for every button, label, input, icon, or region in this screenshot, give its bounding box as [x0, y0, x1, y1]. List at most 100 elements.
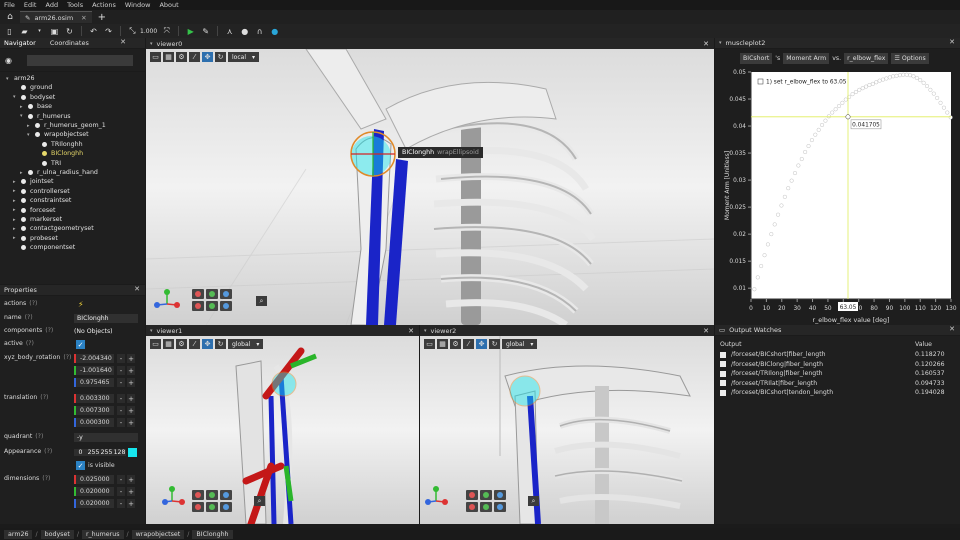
dropdown-icon[interactable]: ▾: [34, 26, 45, 37]
tree-item[interactable]: ▾ wrapobjectset: [27, 130, 89, 139]
help-icon[interactable]: (?): [44, 448, 52, 455]
breadcrumb-item[interactable]: arm26: [4, 529, 33, 539]
axes-gizmo-icon[interactable]: [424, 486, 454, 510]
close-viewer1-icon[interactable]: ✕: [408, 327, 414, 335]
decrement-button[interactable]: -: [117, 394, 125, 403]
options-button[interactable]: ☰ Options: [891, 53, 929, 64]
breadcrumb-item[interactable]: bodyset: [40, 529, 74, 539]
image-icon[interactable]: ▭: [150, 52, 161, 62]
breadcrumb-item[interactable]: r_humerus: [81, 529, 124, 539]
tree-item[interactable]: ▾ r_humerus: [20, 112, 71, 121]
row-checkbox[interactable]: [720, 380, 726, 387]
expand-caret-icon[interactable]: ▸: [13, 217, 21, 223]
increment-button[interactable]: +: [127, 499, 135, 508]
row-checkbox[interactable]: [720, 389, 726, 396]
tree-item[interactable]: ▸ jointset: [13, 177, 53, 186]
new-tab-button[interactable]: +: [98, 12, 106, 23]
camera-preset-button[interactable]: [494, 490, 506, 500]
color-b[interactable]: 255: [100, 449, 113, 456]
increment-button[interactable]: +: [127, 394, 135, 403]
viewer1-canvas[interactable]: ▭ ▦ ⚙ ⁄ ✥ ↻ global ▾ ⌕: [146, 336, 419, 524]
viewer0-canvas[interactable]: ▭ ▦ ⚙ ⁄ ✥ ↻ local ▾ BIClonghh wrapEllipsoi…: [146, 49, 714, 325]
decrement-button[interactable]: -: [117, 499, 125, 508]
close-viewer0-icon[interactable]: ✕: [703, 40, 709, 48]
scale-icon[interactable]: ⤡: [127, 26, 138, 37]
expand-caret-icon[interactable]: ▸: [20, 104, 28, 110]
tree-item[interactable]: ▸ base: [20, 102, 52, 111]
menu-file[interactable]: File: [4, 1, 15, 9]
settings-icon[interactable]: ⚙: [450, 339, 461, 349]
row-checkbox[interactable]: [720, 370, 726, 377]
reload-icon[interactable]: ↻: [64, 26, 75, 37]
frame-dropdown[interactable]: local ▾: [228, 52, 259, 62]
tree-item[interactable]: ▸ r_humerus_geom_1: [27, 121, 106, 130]
decrement-button[interactable]: -: [117, 418, 125, 427]
tree-item[interactable]: componentset: [13, 243, 75, 252]
muscle-selector[interactable]: BICshort: [740, 53, 773, 64]
redo-icon[interactable]: ↷: [103, 26, 114, 37]
expand-caret-icon[interactable]: ▸: [13, 198, 21, 204]
help-icon[interactable]: (?): [45, 327, 53, 334]
color-a[interactable]: 128: [113, 449, 126, 456]
increment-button[interactable]: +: [127, 378, 135, 387]
collapse-icon[interactable]: ▾: [719, 40, 722, 46]
menu-window[interactable]: Window: [125, 1, 151, 9]
coordinate-selector[interactable]: r_elbow_flex: [844, 53, 889, 64]
ruler-icon[interactable]: ⁄: [463, 339, 474, 349]
tree-item[interactable]: ▸ forceset: [13, 206, 55, 215]
open-folder-icon[interactable]: ▰: [19, 26, 30, 37]
increment-button[interactable]: +: [127, 418, 135, 427]
help-icon[interactable]: (?): [35, 433, 43, 440]
tab-coordinates[interactable]: Coordinates: [50, 39, 89, 47]
tree-item[interactable]: ▾ bodyset: [13, 93, 55, 102]
table-row[interactable]: /forceset/BICshort|fiber_length 0.118270: [720, 350, 955, 359]
moment-arm-chart[interactable]: 01020304050607080901001101201300.010.015…: [715, 67, 960, 325]
xyz-x-field[interactable]: -2.004340: [74, 354, 114, 363]
zoom-fit-icon[interactable]: ⌕: [528, 496, 539, 506]
xyz-z-field[interactable]: 0.975465: [74, 378, 114, 387]
camera-preset-button[interactable]: [192, 490, 204, 500]
close-viewer2-icon[interactable]: ✕: [703, 327, 709, 335]
collapse-icon[interactable]: ▾: [150, 328, 153, 334]
expand-caret-icon[interactable]: ▸: [13, 188, 21, 194]
axes-gizmo-icon[interactable]: [152, 289, 182, 313]
home-icon[interactable]: ⌂: [0, 12, 20, 22]
zoom-value[interactable]: 1.000: [140, 28, 157, 35]
ruler-icon[interactable]: ⁄: [189, 339, 200, 349]
quantity-selector[interactable]: Moment Arm: [783, 53, 830, 64]
menu-actions[interactable]: Actions: [92, 1, 116, 9]
tree-item[interactable]: ▸ constraintset: [13, 196, 71, 205]
ruler-icon[interactable]: ⁄: [189, 52, 200, 62]
collapse-icon[interactable]: ▾: [424, 328, 427, 334]
decrement-button[interactable]: -: [117, 366, 125, 375]
eye-icon[interactable]: ◉: [5, 56, 27, 65]
grid-icon[interactable]: ▦: [163, 339, 174, 349]
tree-item[interactable]: ▸ controllerset: [13, 187, 70, 196]
globe-icon[interactable]: ●: [269, 26, 280, 37]
rotate-icon[interactable]: ↻: [215, 339, 226, 349]
decrement-button[interactable]: -: [117, 487, 125, 496]
tree-item[interactable]: ▸ contactgeometryset: [13, 224, 94, 233]
row-checkbox[interactable]: [720, 351, 726, 358]
translation-y-field[interactable]: 0.007300: [74, 406, 114, 415]
tab-navigator[interactable]: Navigator: [4, 39, 36, 47]
menu-tools[interactable]: Tools: [67, 1, 83, 9]
new-file-icon[interactable]: ▯: [4, 26, 15, 37]
close-properties-icon[interactable]: ✕: [134, 285, 140, 293]
menu-add[interactable]: Add: [45, 1, 58, 9]
tree-item[interactable]: ▸ r_ulna_radius_hand: [20, 168, 98, 177]
expand-caret-icon[interactable]: ▾: [27, 132, 35, 138]
decrement-button[interactable]: -: [117, 354, 125, 363]
dimensions-z-field[interactable]: 0.020000: [74, 499, 114, 508]
play-icon[interactable]: ▶: [185, 26, 196, 37]
increment-button[interactable]: +: [127, 406, 135, 415]
camera-preset-button[interactable]: [220, 289, 232, 299]
camera-preset-button[interactable]: [220, 301, 232, 311]
image-icon[interactable]: ▭: [150, 339, 161, 349]
is-visible-checkbox[interactable]: ✓: [76, 461, 85, 470]
decrement-button[interactable]: -: [117, 378, 125, 387]
frame-dropdown[interactable]: global ▾: [228, 339, 264, 349]
expand-caret-icon[interactable]: ▸: [13, 207, 21, 213]
help-icon[interactable]: (?): [63, 354, 71, 361]
close-tab-icon[interactable]: ✕: [81, 14, 86, 22]
